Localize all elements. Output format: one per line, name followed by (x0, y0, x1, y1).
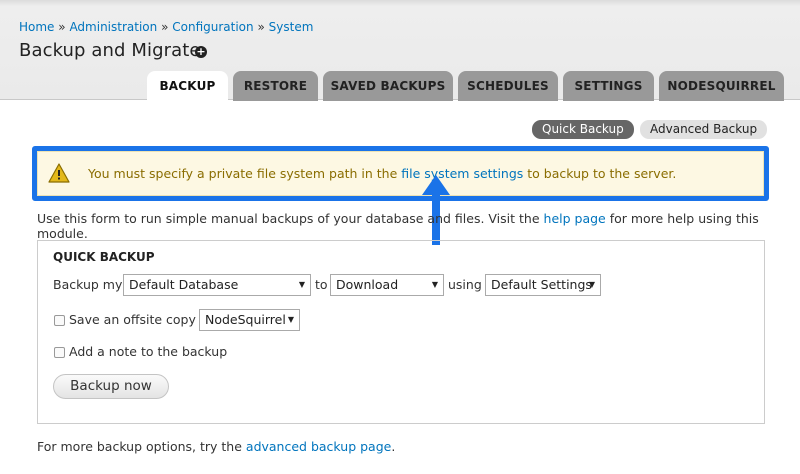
fieldset-legend: QUICK BACKUP (53, 250, 155, 264)
tab-saved-backups[interactable]: SAVED BACKUPS (323, 71, 453, 101)
dropdown-caret-icon: ▼ (298, 280, 305, 289)
advanced-backup-button[interactable]: Advanced Backup (640, 120, 768, 139)
breadcrumb-separator: » (58, 20, 66, 34)
backup-now-button[interactable]: Backup now (53, 374, 169, 399)
breadcrumb-separator: » (161, 20, 169, 34)
footer-text: For more backup options, try the advance… (37, 439, 396, 454)
breadcrumb-configuration[interactable]: Configuration (172, 20, 253, 34)
dropdown-caret-icon: ▼ (287, 315, 294, 324)
breadcrumb-administration[interactable]: Administration (69, 20, 157, 34)
breadcrumb: Home » Administration » Configuration » … (19, 20, 313, 34)
intro-text: Use this form to run simple manual backu… (37, 211, 759, 241)
profile-select[interactable]: Default Settings ▼ (485, 274, 601, 296)
help-page-link[interactable]: help page (544, 211, 606, 226)
advanced-backup-page-link[interactable]: advanced backup page (246, 439, 391, 454)
dropdown-caret-icon: ▼ (431, 280, 438, 289)
dropdown-caret-icon: ▼ (588, 280, 595, 289)
tab-settings[interactable]: SETTINGS (563, 71, 654, 101)
tab-nodesquirrel[interactable]: NODESQUIRREL (659, 71, 784, 101)
offsite-copy-checkbox[interactable] (54, 315, 65, 326)
page-header: Home » Administration » Configuration » … (0, 0, 800, 101)
warning-message: You must specify a private file system p… (37, 151, 764, 196)
breadcrumb-system[interactable]: System (269, 20, 314, 34)
tab-restore[interactable]: RESTORE (233, 71, 318, 101)
source-select[interactable]: Default Database ▼ (123, 274, 311, 296)
using-label: using (448, 277, 482, 292)
destination-select[interactable]: Download ▼ (330, 274, 444, 296)
page-title: Backup and Migrate (19, 40, 201, 61)
breadcrumb-home[interactable]: Home (19, 20, 54, 34)
to-label: to (315, 277, 328, 292)
tab-backup[interactable]: BACKUP (147, 71, 228, 101)
quick-backup-button[interactable]: Quick Backup (532, 120, 634, 139)
offsite-destination-select[interactable]: NodeSquirrel ▼ (199, 309, 300, 331)
offsite-copy-label: Save an offsite copy to (69, 312, 213, 327)
breadcrumb-separator: » (257, 20, 265, 34)
add-shortcut-icon[interactable]: + (195, 46, 207, 58)
warning-text: You must specify a private file system p… (88, 166, 677, 181)
tab-schedules[interactable]: SCHEDULES (458, 71, 558, 101)
warning-icon (48, 163, 70, 183)
add-note-label: Add a note to the backup (69, 344, 228, 359)
backup-my-label: Backup my (53, 277, 123, 292)
quick-backup-fieldset: QUICK BACKUP Backup my Default Database … (37, 240, 765, 424)
add-note-checkbox[interactable] (54, 347, 65, 358)
